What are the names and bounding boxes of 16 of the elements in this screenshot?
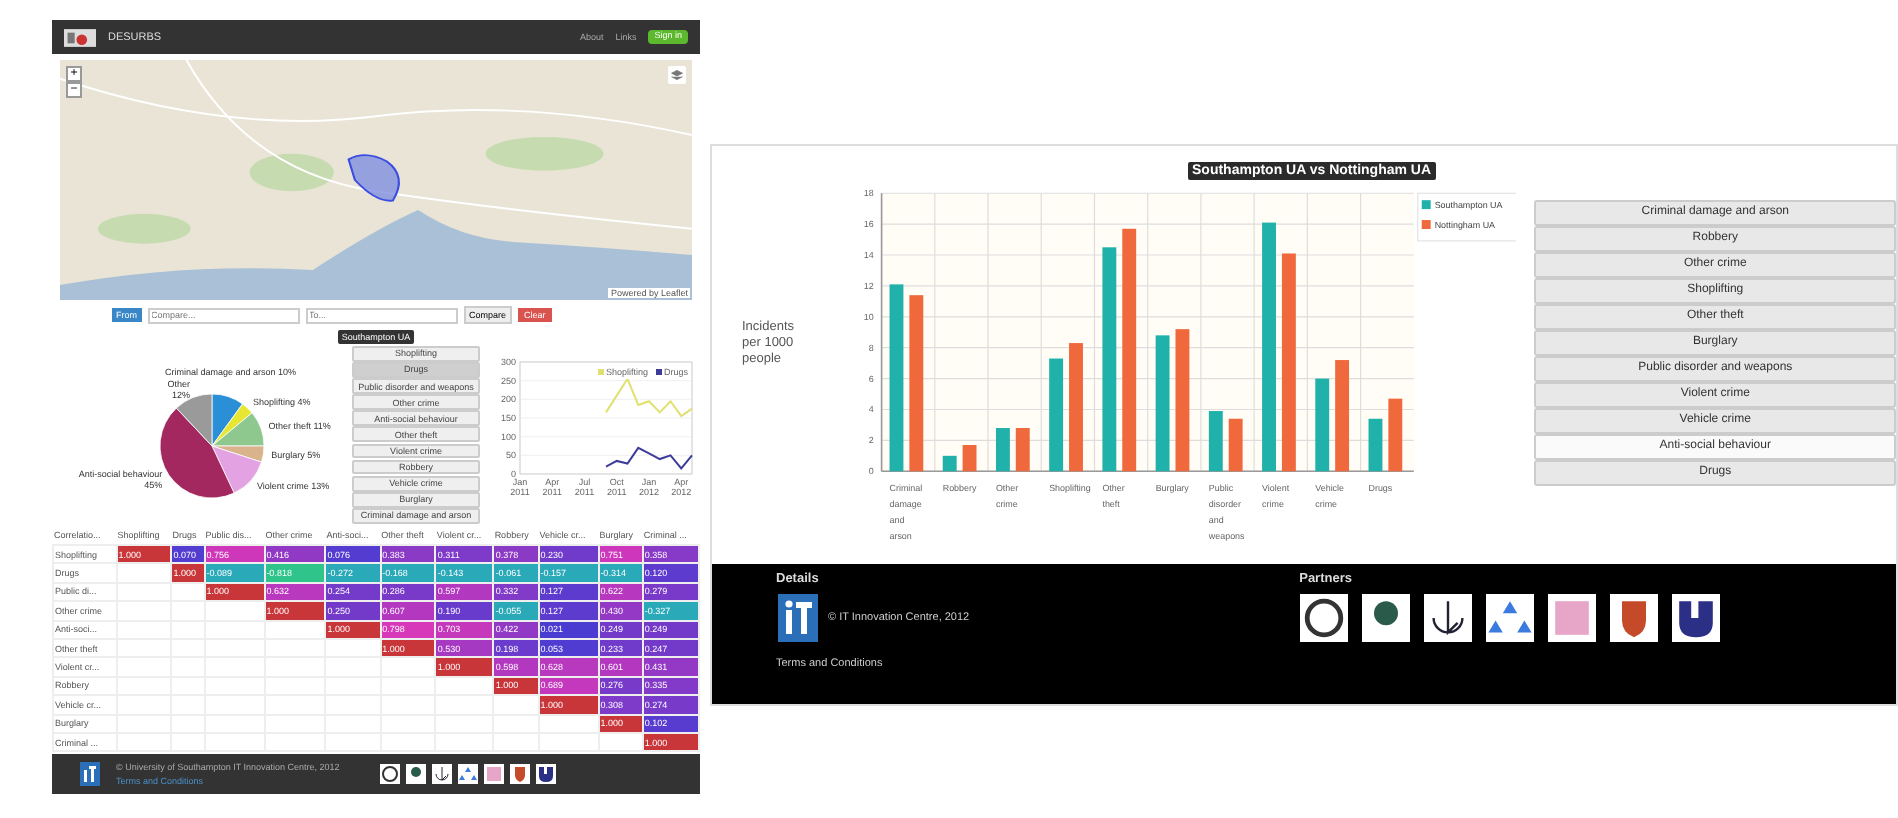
shape-icon[interactable] <box>535 764 556 785</box>
crest-icon[interactable] <box>1609 594 1658 642</box>
seal-icon[interactable] <box>1299 594 1348 642</box>
emblem-icon[interactable] <box>1547 594 1596 642</box>
series-line <box>605 446 693 470</box>
layers-icon[interactable] <box>668 66 686 84</box>
triangles-icon[interactable] <box>457 764 478 785</box>
it-logo-icon <box>776 594 820 642</box>
crest-icon[interactable] <box>509 764 530 785</box>
seal-icon[interactable] <box>379 764 400 785</box>
logo-icon <box>64 27 96 47</box>
emblem-icon[interactable] <box>483 764 504 785</box>
it-logo-icon <box>80 762 100 787</box>
series-line <box>605 376 693 418</box>
shape-icon[interactable] <box>1671 594 1720 642</box>
triangles-icon[interactable] <box>1485 594 1534 642</box>
